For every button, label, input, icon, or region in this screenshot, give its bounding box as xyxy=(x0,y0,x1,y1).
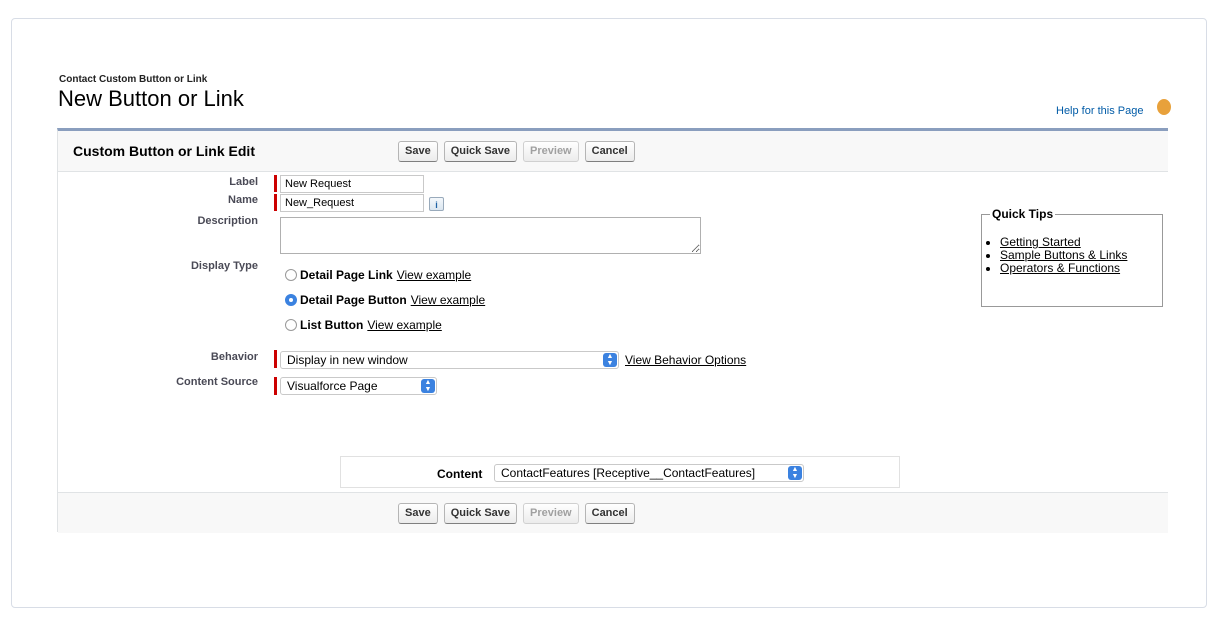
display-type-field-label: Display Type xyxy=(190,260,258,272)
content-select[interactable]: ContactFeatures [Receptive__ContactFeatu… xyxy=(494,464,804,482)
view-example-link[interactable]: View example xyxy=(397,268,471,282)
display-type-option-detail-button[interactable]: Detail Page Button View example xyxy=(285,293,485,307)
select-arrows-icon: ▲ ▼ xyxy=(603,353,617,367)
content-field-label: Content xyxy=(437,467,483,481)
required-indicator xyxy=(274,175,277,192)
help-icon[interactable] xyxy=(1157,99,1171,115)
name-field-label: Name xyxy=(228,194,258,206)
select-arrows-icon: ▲ ▼ xyxy=(788,466,802,480)
block-header: Custom Button or Link Edit Save Quick Sa… xyxy=(58,131,1168,172)
required-indicator xyxy=(274,377,277,395)
behavior-field-label: Behavior xyxy=(210,351,258,363)
bottom-button-row: Save Quick Save Preview Cancel xyxy=(398,503,635,524)
radio-button[interactable] xyxy=(285,269,297,281)
select-arrows-icon: ▲ ▼ xyxy=(421,379,435,393)
edit-block: Custom Button or Link Edit Save Quick Sa… xyxy=(57,128,1168,533)
cancel-button[interactable]: Cancel xyxy=(584,503,635,524)
quick-tip-link-operators[interactable]: Operators & Functions xyxy=(1000,261,1120,275)
list-item: Operators & Functions xyxy=(1000,262,1127,275)
preview-button[interactable]: Preview xyxy=(523,141,579,162)
save-button[interactable]: Save xyxy=(398,141,438,162)
behavior-select-value: Display in new window xyxy=(287,353,408,367)
label-field-label: Label xyxy=(229,176,258,188)
preview-button[interactable]: Preview xyxy=(523,503,579,524)
radio-button[interactable] xyxy=(285,319,297,331)
content-source-select[interactable]: Visualforce Page ▲ ▼ xyxy=(280,377,437,395)
behavior-select[interactable]: Display in new window ▲ ▼ xyxy=(280,351,619,369)
outer-card: Contact Custom Button or Link New Button… xyxy=(11,18,1207,608)
quick-tip-link-getting-started[interactable]: Getting Started xyxy=(1000,235,1081,249)
label-input[interactable] xyxy=(280,175,424,193)
display-type-option-detail-link[interactable]: Detail Page Link View example xyxy=(285,268,471,282)
form-body: Label Name i Description Display Type De… xyxy=(58,172,1168,492)
content-source-field-label: Content Source xyxy=(176,376,258,388)
quick-tips-panel: Quick Tips Getting Started Sample Button… xyxy=(981,207,1163,307)
help-link[interactable]: Help for this Page xyxy=(1056,105,1143,117)
page-title: New Button or Link xyxy=(58,86,244,111)
display-type-option-list-button[interactable]: List Button View example xyxy=(285,318,442,332)
radio-label: List Button xyxy=(300,318,364,332)
radio-label: Detail Page Link xyxy=(300,268,393,282)
radio-button-selected[interactable] xyxy=(285,294,297,306)
required-indicator xyxy=(274,194,277,211)
view-behavior-options-link[interactable]: View Behavior Options xyxy=(625,353,746,367)
block-title: Custom Button or Link Edit xyxy=(73,143,255,159)
content-source-select-value: Visualforce Page xyxy=(287,379,378,393)
save-button[interactable]: Save xyxy=(398,503,438,524)
required-indicator xyxy=(274,350,277,368)
view-example-link[interactable]: View example xyxy=(367,318,441,332)
name-input[interactable] xyxy=(280,194,424,212)
quick-save-button[interactable]: Quick Save xyxy=(443,503,518,524)
quick-tips-list: Getting Started Sample Buttons & Links O… xyxy=(984,236,1127,275)
radio-label: Detail Page Button xyxy=(300,293,407,307)
description-textarea[interactable] xyxy=(280,217,701,254)
quick-save-button[interactable]: Quick Save xyxy=(443,141,518,162)
top-button-row: Save Quick Save Preview Cancel xyxy=(398,141,635,162)
breadcrumb: Contact Custom Button or Link xyxy=(59,74,208,85)
quick-tip-link-sample-buttons[interactable]: Sample Buttons & Links xyxy=(1000,248,1127,262)
description-field-label: Description xyxy=(197,215,258,227)
cancel-button[interactable]: Cancel xyxy=(584,141,635,162)
content-select-value: ContactFeatures [Receptive__ContactFeatu… xyxy=(501,466,756,480)
view-example-link[interactable]: View example xyxy=(411,293,485,307)
quick-tips-title: Quick Tips xyxy=(990,207,1056,221)
info-icon[interactable]: i xyxy=(429,197,444,211)
block-footer: Save Quick Save Preview Cancel xyxy=(58,492,1168,533)
content-row: Content ContactFeatures [Receptive__Cont… xyxy=(340,456,900,488)
